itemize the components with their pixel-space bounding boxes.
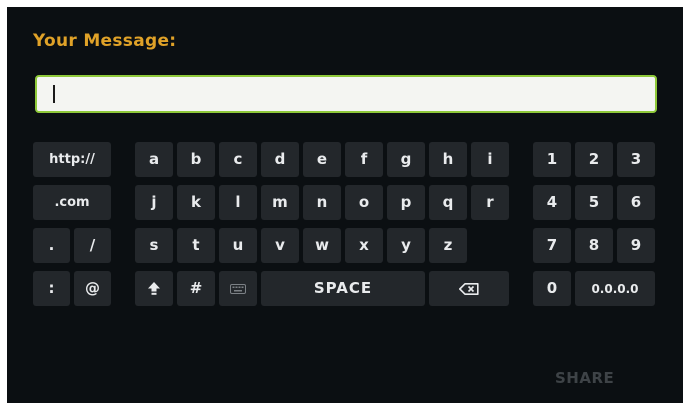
key-http[interactable]: http:// bbox=[33, 142, 111, 177]
dialog-title: Your Message: bbox=[33, 31, 177, 51]
key-e[interactable]: e bbox=[303, 142, 341, 177]
key-5[interactable]: 5 bbox=[575, 185, 613, 220]
key-g[interactable]: g bbox=[387, 142, 425, 177]
shift-icon bbox=[148, 282, 160, 295]
key-l[interactable]: l bbox=[219, 185, 257, 220]
keyboard-icon bbox=[230, 283, 246, 294]
key-at[interactable]: @ bbox=[74, 271, 111, 306]
keyboard-layout-key[interactable] bbox=[219, 271, 257, 306]
key-x[interactable]: x bbox=[345, 228, 383, 263]
key-1[interactable]: 1 bbox=[533, 142, 571, 177]
message-input[interactable] bbox=[35, 75, 657, 113]
space-key[interactable]: SPACE bbox=[261, 271, 425, 306]
key-s[interactable]: s bbox=[135, 228, 173, 263]
key-o[interactable]: o bbox=[345, 185, 383, 220]
key-d[interactable]: d bbox=[261, 142, 299, 177]
key-h[interactable]: h bbox=[429, 142, 467, 177]
key-colon[interactable]: : bbox=[33, 271, 70, 306]
key-w[interactable]: w bbox=[303, 228, 341, 263]
key-y[interactable]: y bbox=[387, 228, 425, 263]
backspace-icon bbox=[459, 282, 479, 295]
key-0[interactable]: 0 bbox=[533, 271, 571, 306]
key-n[interactable]: n bbox=[303, 185, 341, 220]
key-q[interactable]: q bbox=[429, 185, 467, 220]
key-c[interactable]: c bbox=[219, 142, 257, 177]
key-dot[interactable]: . bbox=[33, 228, 70, 263]
shift-key[interactable] bbox=[135, 271, 173, 306]
key-j[interactable]: j bbox=[135, 185, 173, 220]
share-button[interactable]: SHARE bbox=[555, 369, 614, 387]
message-keyboard-dialog: Your Message: http:// .com . / : @ a b c… bbox=[7, 7, 683, 403]
key-a[interactable]: a bbox=[135, 142, 173, 177]
key-9[interactable]: 9 bbox=[617, 228, 655, 263]
key-u[interactable]: u bbox=[219, 228, 257, 263]
key-p[interactable]: p bbox=[387, 185, 425, 220]
key-b[interactable]: b bbox=[177, 142, 215, 177]
key-hash[interactable]: # bbox=[177, 271, 215, 306]
key-v[interactable]: v bbox=[261, 228, 299, 263]
text-caret bbox=[53, 85, 55, 103]
key-r[interactable]: r bbox=[471, 185, 509, 220]
key-slash[interactable]: / bbox=[74, 228, 111, 263]
key-z[interactable]: z bbox=[429, 228, 467, 263]
key-4[interactable]: 4 bbox=[533, 185, 571, 220]
key-f[interactable]: f bbox=[345, 142, 383, 177]
key-dotcom[interactable]: .com bbox=[33, 185, 111, 220]
backspace-key[interactable] bbox=[429, 271, 509, 306]
key-m[interactable]: m bbox=[261, 185, 299, 220]
key-2[interactable]: 2 bbox=[575, 142, 613, 177]
key-8[interactable]: 8 bbox=[575, 228, 613, 263]
key-7[interactable]: 7 bbox=[533, 228, 571, 263]
key-i[interactable]: i bbox=[471, 142, 509, 177]
key-k[interactable]: k bbox=[177, 185, 215, 220]
key-6[interactable]: 6 bbox=[617, 185, 655, 220]
key-ip-address[interactable]: 0.0.0.0 bbox=[575, 271, 655, 306]
key-t[interactable]: t bbox=[177, 228, 215, 263]
key-3[interactable]: 3 bbox=[617, 142, 655, 177]
